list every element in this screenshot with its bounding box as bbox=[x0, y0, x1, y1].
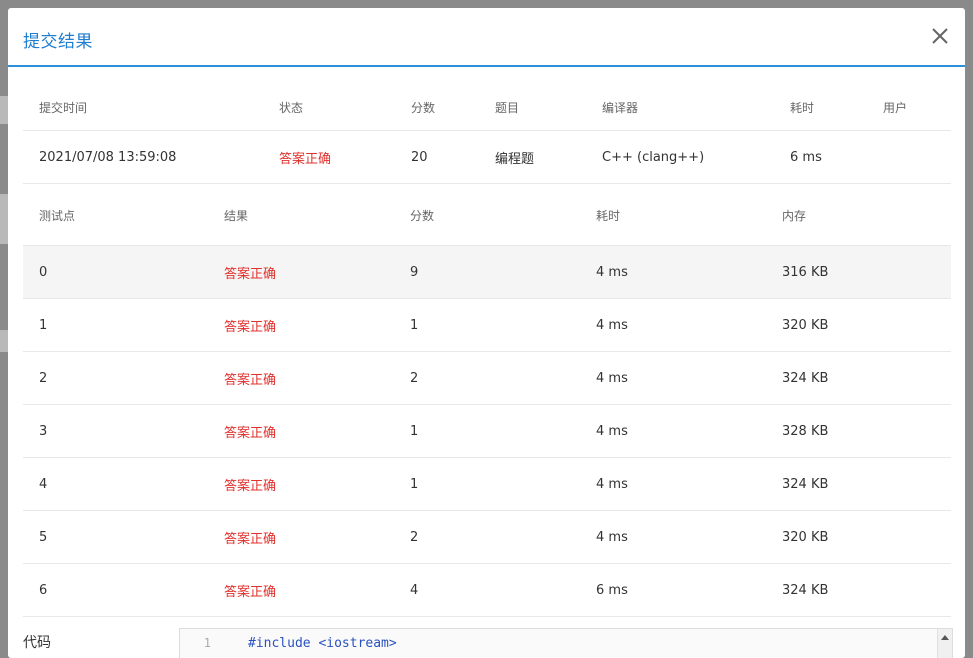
table-row: 4 答案正确 1 4 ms 324 KB bbox=[23, 458, 951, 511]
case-result: 答案正确 bbox=[224, 372, 277, 388]
case-memory: 324 KB bbox=[782, 476, 829, 492]
table-row: 1 答案正确 1 4 ms 320 KB bbox=[23, 299, 951, 352]
case-score: 1 bbox=[410, 476, 419, 492]
score: 20 bbox=[411, 149, 428, 165]
case-score: 9 bbox=[410, 264, 419, 280]
case-time: 4 ms bbox=[596, 370, 628, 386]
case-time: 4 ms bbox=[596, 476, 628, 492]
case-result: 答案正确 bbox=[224, 425, 277, 441]
case-score: 1 bbox=[410, 317, 419, 333]
case-id: 3 bbox=[39, 423, 48, 439]
case-score: 4 bbox=[410, 582, 419, 598]
summary-table: 提交时间 状态 分数 题目 编译器 耗时 用户 2021/07/08 13:59… bbox=[23, 84, 951, 184]
submit-time: 2021/07/08 13:59:08 bbox=[39, 149, 177, 165]
case-score: 2 bbox=[410, 529, 419, 545]
code-viewer[interactable]: 1 #include <iostream> bbox=[179, 628, 953, 658]
case-time: 4 ms bbox=[596, 317, 628, 333]
case-result: 答案正确 bbox=[224, 478, 277, 494]
header-status: 状态 bbox=[279, 100, 304, 115]
close-button[interactable] bbox=[929, 25, 951, 47]
header-time: 耗时 bbox=[790, 100, 815, 115]
case-memory: 320 KB bbox=[782, 529, 829, 545]
case-time: 4 ms bbox=[596, 423, 628, 439]
header-user: 用户 bbox=[883, 100, 908, 115]
case-score: 2 bbox=[410, 370, 419, 386]
code-scrollbar[interactable] bbox=[937, 629, 952, 658]
case-id: 4 bbox=[39, 476, 48, 492]
code-line: #include <iostream> bbox=[248, 636, 397, 651]
summary-header-row: 提交时间 状态 分数 题目 编译器 耗时 用户 bbox=[23, 84, 951, 131]
case-id: 0 bbox=[39, 264, 48, 280]
submission-result-modal: 提交结果 提交时间 状态 分数 题目 编译器 耗时 用户 2021/07/08 … bbox=[8, 8, 965, 658]
summary-row: 2021/07/08 13:59:08 答案正确 20 编程题 C++ (cla… bbox=[23, 131, 951, 184]
code-label: 代码 bbox=[23, 635, 51, 651]
case-result: 答案正确 bbox=[224, 584, 277, 600]
scroll-up-icon[interactable] bbox=[941, 635, 949, 640]
header-case-time: 耗时 bbox=[596, 209, 621, 223]
backdrop-strip bbox=[0, 330, 8, 352]
case-id: 5 bbox=[39, 529, 48, 545]
problem-link[interactable]: 编程题 bbox=[495, 131, 534, 183]
case-memory: 324 KB bbox=[782, 370, 829, 386]
testcase-header-row: 测试点 结果 分数 耗时 内存 bbox=[23, 186, 951, 246]
case-time: 4 ms bbox=[596, 264, 628, 280]
close-icon bbox=[932, 28, 948, 44]
line-number: 1 bbox=[203, 636, 211, 650]
case-id: 6 bbox=[39, 582, 48, 598]
table-row: 6 答案正确 4 6 ms 324 KB bbox=[23, 564, 951, 617]
status: 答案正确 bbox=[279, 151, 332, 167]
case-memory: 316 KB bbox=[782, 264, 829, 280]
case-memory: 328 KB bbox=[782, 423, 829, 439]
modal-title: 提交结果 bbox=[23, 32, 93, 52]
line-gutter: 1 bbox=[180, 629, 235, 658]
table-row: 3 答案正确 1 4 ms 328 KB bbox=[23, 405, 951, 458]
table-row: 2 答案正确 2 4 ms 324 KB bbox=[23, 352, 951, 405]
case-result: 答案正确 bbox=[224, 319, 277, 335]
header-case-score: 分数 bbox=[410, 209, 435, 223]
header-score: 分数 bbox=[411, 100, 436, 115]
backdrop-strip bbox=[0, 194, 8, 244]
header-case: 测试点 bbox=[39, 209, 76, 223]
table-row: 5 答案正确 2 4 ms 320 KB bbox=[23, 511, 951, 564]
time-used: 6 ms bbox=[790, 149, 822, 165]
header-compiler: 编译器 bbox=[602, 100, 639, 115]
case-id: 1 bbox=[39, 317, 48, 333]
modal-header: 提交结果 bbox=[8, 8, 965, 67]
case-time: 6 ms bbox=[596, 582, 628, 598]
case-time: 4 ms bbox=[596, 529, 628, 545]
case-result: 答案正确 bbox=[224, 266, 277, 282]
backdrop-strip bbox=[0, 96, 8, 124]
case-memory: 324 KB bbox=[782, 582, 829, 598]
header-submit-time: 提交时间 bbox=[39, 100, 88, 115]
case-memory: 320 KB bbox=[782, 317, 829, 333]
header-problem: 题目 bbox=[495, 100, 520, 115]
table-row: 0 答案正确 9 4 ms 316 KB bbox=[23, 246, 951, 299]
testcase-table: 测试点 结果 分数 耗时 内存 0 答案正确 9 4 ms 316 KB 1 答… bbox=[23, 186, 951, 617]
case-score: 1 bbox=[410, 423, 419, 439]
compiler: C++ (clang++) bbox=[602, 149, 705, 165]
case-id: 2 bbox=[39, 370, 48, 386]
header-memory: 内存 bbox=[782, 209, 807, 223]
case-result: 答案正确 bbox=[224, 531, 277, 547]
header-result: 结果 bbox=[224, 209, 249, 223]
